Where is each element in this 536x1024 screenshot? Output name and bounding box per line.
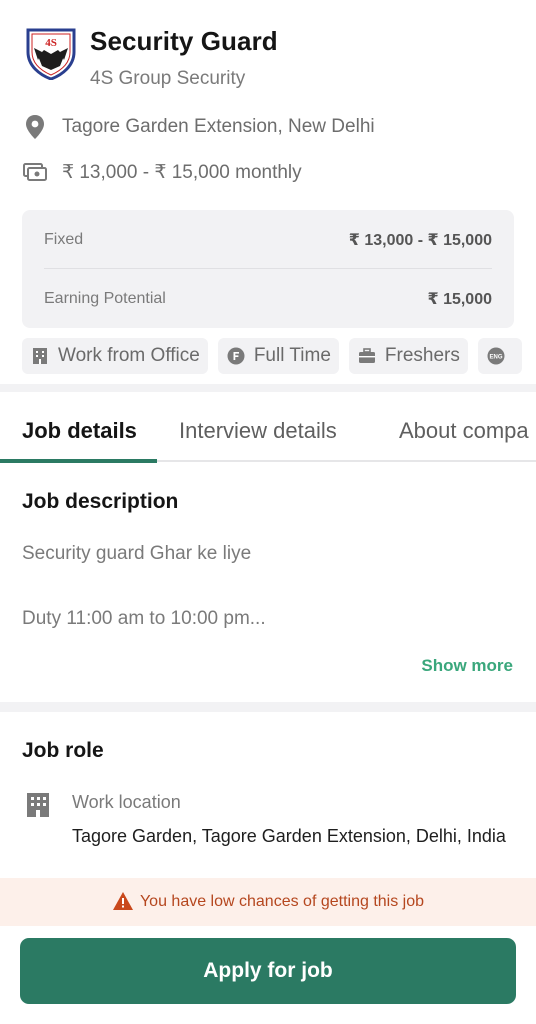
earning-potential-value: ₹ 15,000 (427, 291, 492, 308)
location-row: Tagore Garden Extension, New Delhi (22, 112, 522, 142)
section-separator (0, 702, 536, 712)
svg-text:4S: 4S (45, 37, 57, 49)
earning-potential-row: Earning Potential ₹ 15,000 (44, 289, 492, 309)
tag-label: Work from Office (58, 345, 200, 366)
job-description-title: Job description (22, 490, 179, 513)
footer: Apply for job (0, 926, 536, 1024)
tab-about-company[interactable]: About compa (399, 418, 529, 444)
location-pin-icon (22, 114, 48, 140)
work-location-label: Work location (72, 792, 181, 812)
tab-job-details[interactable]: Job details (22, 418, 137, 444)
office-building-icon (26, 792, 50, 818)
briefcase-icon (357, 346, 377, 366)
active-tab-indicator (0, 459, 157, 463)
full-time-icon (226, 346, 246, 366)
tag-label: Full Time (253, 345, 331, 366)
warning-icon (112, 891, 134, 913)
fixed-label: Fixed (44, 231, 84, 248)
location-text: Tagore Garden Extension, New Delhi (62, 116, 375, 137)
salary-row: ₹ 13,000 - ₹ 15,000 monthly (22, 157, 522, 187)
show-more-link[interactable]: Show more (421, 656, 513, 676)
english-icon: ENG (486, 346, 506, 366)
company-logo: 4S (24, 26, 78, 81)
svg-text:ENG: ENG (489, 355, 502, 361)
job-header: 4S Security Guard 4S Group Security (22, 24, 522, 89)
building-icon (30, 346, 50, 366)
earning-potential-label: Earning Potential (44, 290, 166, 307)
description-line: Security guard Ghar ke liye (22, 543, 252, 564)
salary-text: ₹ 13,000 - ₹ 15,000 monthly (62, 161, 302, 183)
tag-full-time: Full Time (217, 338, 339, 374)
tag-english: ENG (477, 338, 522, 374)
job-role-title: Job role (22, 739, 104, 762)
job-tags[interactable]: Work from Office Full Time Freshers ENG (22, 338, 536, 374)
salary-breakdown: Fixed ₹ 13,000 - ₹ 15,000 Earning Potent… (22, 210, 514, 328)
money-icon (22, 159, 48, 185)
tab-bar: Job details Interview details About comp… (0, 392, 536, 462)
tag-label: Freshers (384, 345, 460, 366)
warning-text: You have low chances of getting this job (139, 893, 425, 910)
fixed-salary-row: Fixed ₹ 13,000 - ₹ 15,000 (44, 230, 492, 250)
tag-work-from-office: Work from Office (22, 338, 208, 374)
job-title: Security Guard (90, 26, 278, 56)
apply-for-job-button[interactable]: Apply for job (20, 938, 516, 1004)
tag-freshers: Freshers (348, 338, 468, 374)
section-separator (0, 384, 536, 392)
low-chance-warning: You have low chances of getting this job (0, 878, 536, 926)
work-location-value: Tagore Garden, Tagore Garden Extension, … (72, 826, 506, 846)
company-name[interactable]: 4S Group Security (90, 68, 245, 90)
divider (44, 268, 492, 269)
tab-interview-details[interactable]: Interview details (179, 418, 337, 444)
description-line: Duty 11:00 am to 10:00 pm... (22, 608, 266, 629)
fixed-value: ₹ 13,000 - ₹ 15,000 (348, 232, 492, 249)
